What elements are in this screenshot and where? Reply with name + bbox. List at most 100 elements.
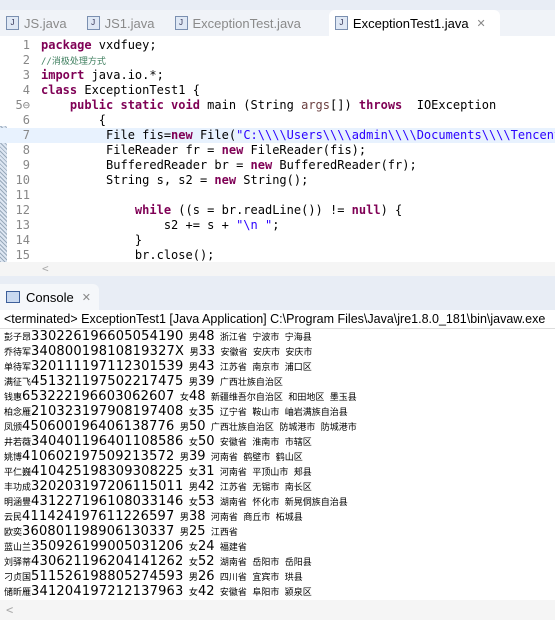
age: 50 [188,419,206,434]
tab-exceptiontest1-java[interactable]: J ExceptionTest1.java ✕ [328,10,500,36]
gender: 男 [188,483,198,493]
tab-label: JS1.java [104,15,155,31]
console-line: 欧奕360801198906130337 男25 江西省 [0,524,555,539]
console-horizontal-scrollbar[interactable]: < [0,600,555,620]
line-number: 13 [15,218,30,232]
code-line: 9 BufferedReader br = new BufferedReader… [0,158,555,173]
line-number: 4 [22,83,30,97]
code-line: 3 import java.io.*; [0,68,555,83]
address: 江苏省 无锡市 南长区 [219,483,312,493]
id-number: 410425198309308225 [31,464,184,479]
tab-js-java[interactable]: J JS.java [0,10,81,36]
tab-exceptiontest-java[interactable]: J ExceptionTest.java [169,10,315,36]
address: 安徽省 淮南市 市辖区 [219,438,312,448]
age: 39 [197,374,215,389]
line-number: 1 [22,38,30,52]
age: 50 [197,434,215,449]
address: 四川省 宜宾市 珙县 [219,573,303,583]
id-number: 330226196605054190 [31,329,184,344]
gender: 女 [188,588,198,598]
person-name: 乔待军 [4,348,32,358]
address: 河南省 平顶山市 郏县 [219,468,312,478]
address: 湖南省 怀化市 新晃侗族自治县 [219,498,348,508]
gender: 女 [188,543,198,553]
java-file-icon: J [6,16,19,30]
code-line: 4 class ExceptionTest1 { [0,83,555,98]
line-number: 14 [15,233,30,247]
id-number: 430621196204141262 [31,554,184,569]
person-name: 满征飞 [4,378,32,388]
person-name: 储昕雁 [4,588,32,598]
id-number: 450600196406138776 [22,419,175,434]
address: 广西壮族自治区 防城港市 防城港市 [210,423,357,433]
code-line: 2//消极处理方式 [0,53,555,68]
line-number: 8 [22,143,30,157]
console-tab-bar: Console ✕ [0,284,555,310]
id-number: 653222196603062607 [22,389,175,404]
age: 25 [188,524,206,539]
console-line: 储昕雁341204197212137963 女42 安徽省 阜阳市 颍泉区 [0,584,555,599]
person-name: 姚博 [4,453,23,463]
age: 38 [188,509,206,524]
id-number: 410602197509213572 [22,449,175,464]
code-editor[interactable]: 1 package vxdfuey; 2//消极处理方式 3 import java.i… [0,36,555,262]
line-number: 5⊖ [15,98,30,112]
console-line: 刘驿蒂430621196204141262 女52 湖南省 岳阳市 岳阳县 [0,554,555,569]
line-number: 9 [22,158,30,172]
address: 河南省 商丘市 柘城县 [210,513,303,523]
console-line: 满征飞451321197502217475 男39 广西壮族自治区 [0,374,555,389]
person-name: 钱惠 [4,393,23,403]
age: 42 [197,584,215,599]
address: 安徽省 阜阳市 颍泉区 [219,588,312,598]
tab-label: JS.java [24,15,67,31]
console-line: 云民411424197611226597 男38 河南省 商丘市 柘城县 [0,509,555,524]
code-line: 13 s2 += s + "\n "; [0,218,555,233]
address: 江苏省 南京市 浦口区 [219,363,312,373]
gender: 女 [188,408,198,418]
editor-tab-bar: J JS.java J JS1.java J ExceptionTest.java J Exc… [0,10,555,36]
gender: 女 [188,498,198,508]
age: 48 [197,329,215,344]
tab-label: ExceptionTest1.java [352,15,469,31]
age: 48 [188,389,206,404]
line-number: 7 [22,128,30,142]
console-line: 凤颁450600196406138776 男50 广西壮族自治区 防城港市 防城… [0,419,555,434]
line-number: 15 [15,248,30,262]
close-icon[interactable]: ✕ [477,17,486,30]
console-output[interactable]: <terminated> ExceptionTest1 [Java Applic… [0,310,555,606]
address: 江西省 [210,528,238,538]
console-line: 单待军320111197112301539 男43 江苏省 南京市 浦口区 [0,359,555,374]
console-line: 平仁巍410425198309308225 女31 河南省 平顶山市 郏县 [0,464,555,479]
address: 河南省 鹤壁市 鹤山区 [210,453,303,463]
code-line: 15 br.close(); [0,248,555,262]
java-file-icon: J [174,16,188,30]
id-number: 511526198805274593 [31,569,184,584]
code-line: 1 package vxdfuey; [0,38,555,53]
line-number: 11 [15,188,30,202]
gender: 男 [188,363,198,373]
tab-console[interactable]: Console ✕ [0,284,99,310]
gender: 男 [188,333,198,343]
console-line: 姚博410602197509213572 男39 河南省 鹤壁市 鹤山区 [0,449,555,464]
code-line: 10 String s, s2 = new String(); [0,173,555,188]
person-name: 井若薇 [4,438,32,448]
person-name: 云民 [4,513,23,523]
person-name: 刁贞国 [4,573,32,583]
person-name: 平仁巍 [4,468,32,478]
tab-js1-java[interactable]: J JS1.java [81,10,169,36]
editor-horizontal-scrollbar[interactable]: < [0,262,555,276]
gender: 女 [188,438,198,448]
address: 广西壮族自治区 [219,378,283,388]
code-line: 8 FileReader fr = new FileReader(fis); [0,143,555,158]
code-line: 14 } [0,233,555,248]
console-tab-label: Console [26,289,74,305]
id-number: 451321197502217475 [31,374,184,389]
java-file-icon: J [86,16,100,30]
console-icon [6,291,20,303]
close-icon[interactable]: ✕ [82,291,91,304]
id-number: 340401196401108586 [31,434,184,449]
code-line: 12 while ((s = br.readLine()) != null) { [0,203,555,218]
java-file-icon: J [334,16,348,30]
person-name: 丰功成 [4,483,32,493]
console-line: 明涵豐431227196108033146 女53 湖南省 怀化市 新晃侗族自治… [0,494,555,509]
